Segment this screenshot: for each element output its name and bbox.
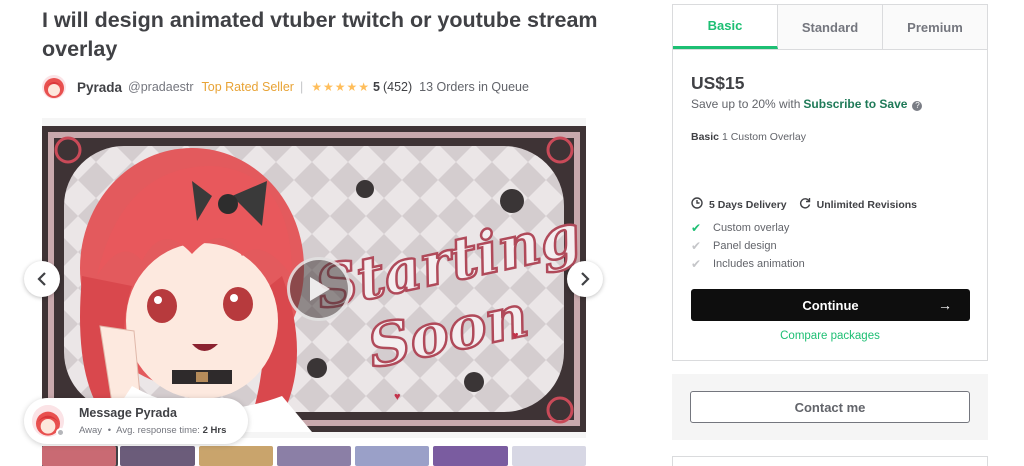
reviews-count[interactable]: (452): [383, 80, 412, 94]
contact-me-button[interactable]: Contact me: [690, 391, 970, 423]
gallery-thumbnails: [42, 446, 586, 466]
seller-avatar: [32, 405, 65, 437]
subscribe-save-line: Save up to 20% with Subscribe to Save?: [691, 97, 923, 111]
package-price: US$15: [691, 73, 745, 93]
tab-premium[interactable]: Premium: [883, 5, 987, 49]
thumbnail[interactable]: [276, 446, 352, 466]
orders-in-queue: 13 Orders in Queue: [419, 80, 529, 94]
separator: |: [299, 80, 304, 94]
gallery-main-image[interactable]: Starting Soon ♥ ♥: [42, 126, 586, 432]
status-dot-icon: [56, 428, 65, 437]
seller-avatar[interactable]: [42, 75, 66, 99]
message-seller-bubble[interactable]: Message Pyrada Away • Avg. response time…: [24, 398, 248, 444]
message-title: Message Pyrada: [79, 406, 177, 420]
feature-item: ✔ Custom overlay: [691, 221, 790, 235]
revisions: Unlimited Revisions: [816, 198, 917, 211]
tab-basic[interactable]: Basic: [673, 5, 778, 49]
rating-stars-icon: ★★★★★: [311, 80, 370, 94]
svg-text:♥: ♥: [512, 330, 519, 342]
check-icon: ✔: [691, 239, 702, 253]
check-icon: ✔: [691, 221, 702, 235]
gig-title: I will design animated vtuber twitch or …: [42, 8, 598, 61]
thumbnail[interactable]: [511, 446, 586, 466]
subscribe-to-save-link[interactable]: Subscribe to Save: [803, 97, 907, 111]
package-panel: Basic Standard Premium US$15 Save up to …: [672, 4, 988, 361]
thumbnail[interactable]: [120, 446, 195, 466]
help-icon[interactable]: ?: [912, 101, 923, 111]
seller-name[interactable]: Pyrada: [77, 80, 122, 95]
svg-text:♥: ♥: [394, 391, 401, 403]
thumbnail[interactable]: [433, 446, 508, 466]
chevron-right-icon[interactable]: [567, 261, 603, 297]
check-icon: ✔: [691, 257, 702, 271]
continue-button[interactable]: Continue →: [691, 289, 970, 321]
package-tabs: Basic Standard Premium: [673, 5, 987, 50]
contact-section: Contact me: [672, 374, 988, 440]
next-panel: [672, 456, 988, 466]
delivery-time: 5 Days Delivery: [709, 198, 787, 211]
rating-value: 5: [373, 80, 380, 94]
seller-handle: @pradaestr: [128, 80, 194, 94]
message-status: Away • Avg. response time: 2 Hrs: [79, 425, 227, 436]
seller-row: Pyrada @pradaestr Top Rated Seller | ★★★…: [42, 74, 529, 100]
compare-packages-link[interactable]: Compare packages: [673, 330, 987, 342]
thumbnail[interactable]: [198, 446, 273, 466]
clock-icon: [691, 197, 703, 212]
package-meta: 5 Days Delivery Unlimited Revisions: [691, 197, 917, 212]
tab-standard[interactable]: Standard: [778, 5, 883, 49]
top-rated-badge: Top Rated Seller: [201, 80, 294, 94]
arrow-right-icon: →: [938, 297, 952, 313]
play-icon[interactable]: [287, 257, 351, 321]
feature-item: ✔ Includes animation: [691, 257, 805, 271]
thumbnail[interactable]: [42, 446, 119, 466]
package-description: Basic 1 Custom Overlay: [691, 131, 806, 143]
feature-item: ✔ Panel design: [691, 239, 777, 253]
chevron-left-icon[interactable]: [24, 261, 60, 297]
refresh-icon: [799, 197, 811, 212]
gig-gallery: Starting Soon ♥ ♥: [42, 118, 586, 438]
thumbnail[interactable]: [355, 446, 430, 466]
